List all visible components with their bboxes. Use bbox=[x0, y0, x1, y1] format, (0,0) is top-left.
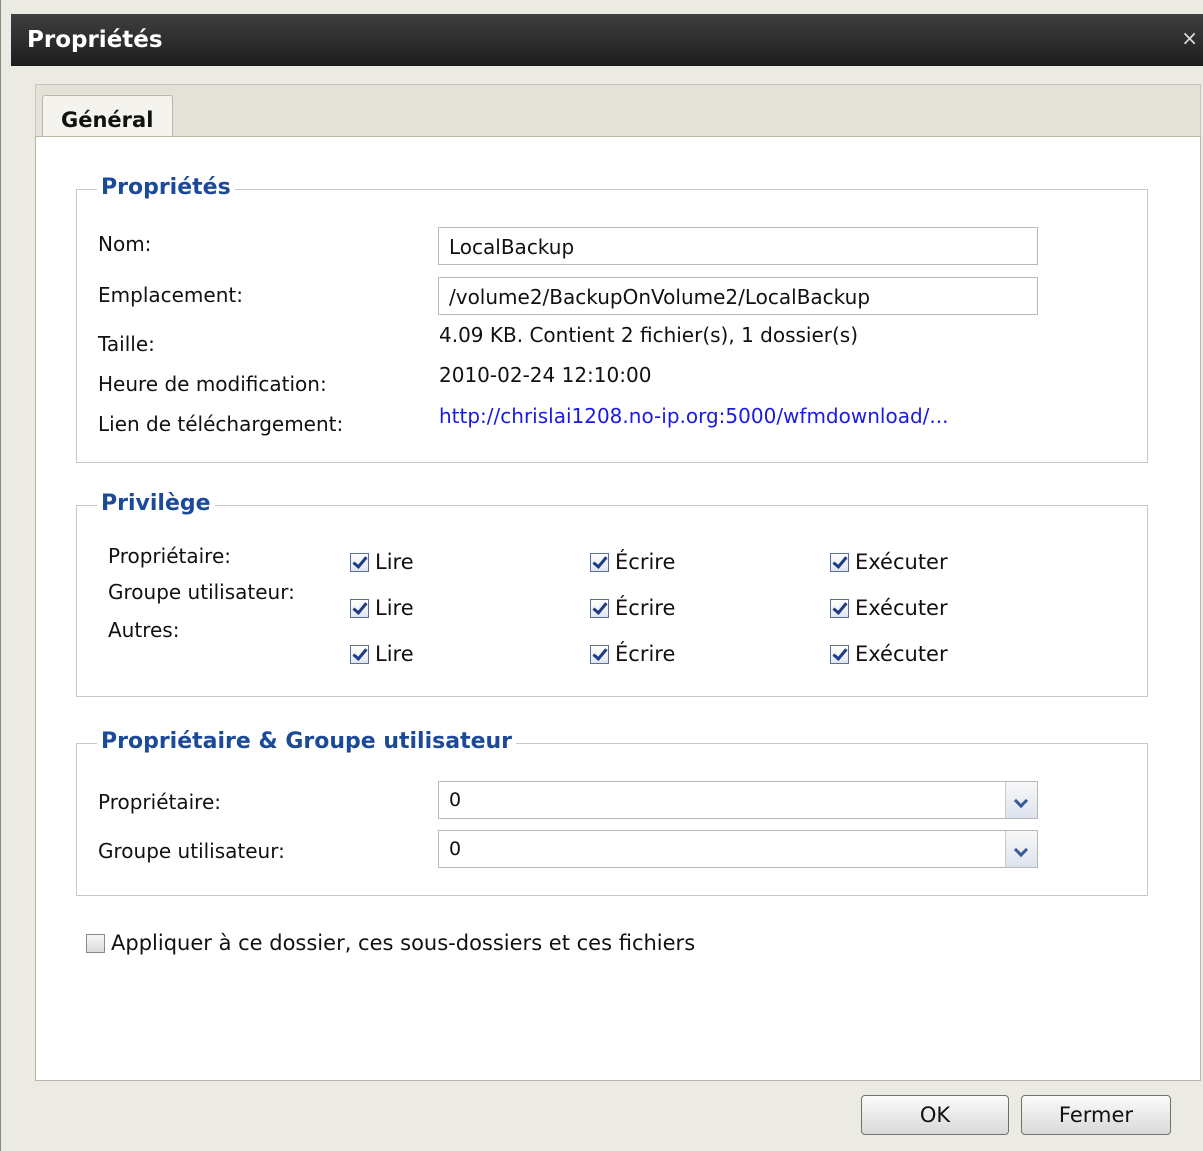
checkbox-checked-icon bbox=[830, 644, 849, 664]
group-label: Groupe utilisateur: bbox=[98, 839, 285, 863]
owner-read-checkbox[interactable]: Lire bbox=[350, 550, 414, 574]
checkbox-checked-icon bbox=[350, 644, 369, 664]
chevron-down-icon[interactable] bbox=[1005, 782, 1037, 818]
dialog-body: Général Propriétés Nom: LocalBackup Empl… bbox=[11, 66, 1203, 1151]
title-bar: Propriétés × bbox=[11, 14, 1203, 66]
privilege-owner-label: Propriétaire: bbox=[108, 544, 231, 568]
general-panel: Propriétés Nom: LocalBackup Emplacement:… bbox=[35, 136, 1201, 1081]
size-label: Taille: bbox=[98, 332, 155, 356]
group-select[interactable]: 0 bbox=[438, 830, 1038, 868]
group-exec-checkbox[interactable]: Exécuter bbox=[830, 596, 948, 620]
close-button[interactable]: Fermer bbox=[1021, 1095, 1171, 1135]
owner-exec-checkbox[interactable]: Exécuter bbox=[830, 550, 948, 574]
group-write-checkbox[interactable]: Écrire bbox=[590, 596, 675, 620]
download-link[interactable]: http://chrislai1208.no-ip.org:5000/wfmdo… bbox=[439, 404, 948, 428]
checkbox-checked-icon bbox=[590, 644, 609, 664]
ownership-fieldset: Propriétaire & Groupe utilisateur Propri… bbox=[76, 729, 1148, 896]
location-field[interactable]: /volume2/BackupOnVolume2/LocalBackup bbox=[438, 277, 1038, 315]
ok-button[interactable]: OK bbox=[861, 1095, 1009, 1135]
others-write-checkbox[interactable]: Écrire bbox=[590, 642, 675, 666]
checkbox-checked-icon bbox=[350, 598, 369, 618]
name-field[interactable]: LocalBackup bbox=[438, 227, 1038, 265]
owner-select[interactable]: 0 bbox=[438, 781, 1038, 819]
properties-dialog: Propriétés × Général Propriétés Nom: Loc… bbox=[0, 0, 1203, 1151]
size-value: 4.09 KB. Contient 2 fichier(s), 1 dossie… bbox=[439, 323, 859, 347]
apply-recursive-checkbox[interactable]: Appliquer à ce dossier, ces sous-dossier… bbox=[86, 931, 695, 955]
privilege-legend: Privilège bbox=[97, 491, 215, 516]
group-select-value: 0 bbox=[449, 838, 462, 860]
checkbox-unchecked-icon bbox=[86, 933, 105, 953]
mtime-value: 2010-02-24 12:10:00 bbox=[439, 363, 652, 387]
checkbox-checked-icon bbox=[350, 552, 369, 572]
tab-general[interactable]: Général bbox=[42, 95, 173, 139]
others-read-checkbox[interactable]: Lire bbox=[350, 642, 414, 666]
name-label: Nom: bbox=[98, 232, 152, 256]
owner-label: Propriétaire: bbox=[98, 790, 221, 814]
chevron-down-icon[interactable] bbox=[1005, 831, 1037, 867]
mtime-label: Heure de modification: bbox=[98, 372, 327, 396]
dialog-title: Propriétés bbox=[27, 27, 163, 53]
ownership-legend: Propriétaire & Groupe utilisateur bbox=[97, 729, 517, 754]
download-link-label: Lien de téléchargement: bbox=[98, 412, 344, 436]
checkbox-checked-icon bbox=[590, 552, 609, 572]
location-label: Emplacement: bbox=[98, 283, 243, 307]
properties-legend: Propriétés bbox=[97, 175, 235, 200]
tab-strip: Général bbox=[35, 84, 1201, 139]
checkbox-checked-icon bbox=[830, 552, 849, 572]
privilege-fieldset: Privilège Propriétaire: Groupe utilisate… bbox=[76, 491, 1148, 697]
privilege-others-label: Autres: bbox=[108, 618, 180, 642]
owner-select-value: 0 bbox=[449, 789, 462, 811]
owner-write-checkbox[interactable]: Écrire bbox=[590, 550, 675, 574]
properties-fieldset: Propriétés Nom: LocalBackup Emplacement:… bbox=[76, 175, 1148, 463]
checkbox-checked-icon bbox=[590, 598, 609, 618]
group-read-checkbox[interactable]: Lire bbox=[350, 596, 414, 620]
close-icon[interactable]: × bbox=[1181, 26, 1198, 50]
privilege-group-label: Groupe utilisateur: bbox=[108, 580, 295, 604]
checkbox-checked-icon bbox=[830, 598, 849, 618]
others-exec-checkbox[interactable]: Exécuter bbox=[830, 642, 948, 666]
